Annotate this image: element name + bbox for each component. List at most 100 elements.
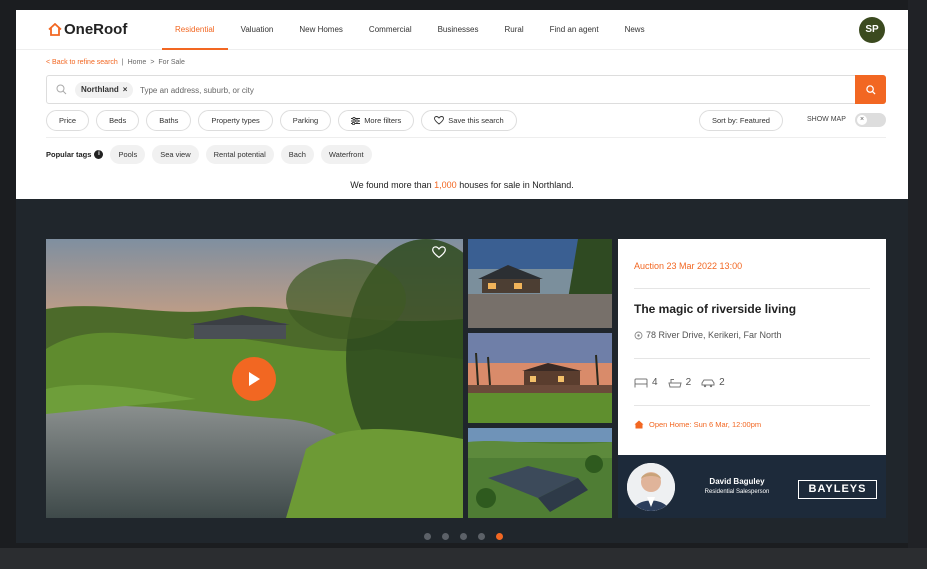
user-avatar[interactable]: SP [859,17,885,43]
location-chip-label: Northland [81,85,119,94]
nav-news[interactable]: News [612,10,658,50]
filter-bar: Price Beds Baths Property types Parking … [46,110,517,131]
info-icon[interactable]: i [94,150,104,159]
nav-residential[interactable]: Residential [162,10,228,50]
featured-listing-section: Auction 23 Mar 2022 13:00 The magic of r… [16,199,908,543]
show-map-label: SHOW MAP [807,116,846,123]
carousel-dot[interactable] [460,533,467,540]
breadcrumb-current: For Sale [158,59,185,66]
main-nav: Residential Valuation New Homes Commerci… [162,10,658,50]
nav-commercial[interactable]: Commercial [356,10,425,50]
listing-features: 4 2 2 [634,377,725,388]
toggle-off-icon: × [857,115,867,125]
tag-waterfront[interactable]: Waterfront [320,145,372,164]
bath-icon [667,378,682,387]
sort-dropdown[interactable]: Sort by: Featured [699,110,783,131]
breadcrumb-home[interactable]: Home [128,59,147,66]
play-icon [249,372,260,386]
favorite-heart-icon[interactable] [432,246,446,259]
save-search-button[interactable]: Save this search [421,110,517,131]
parking-filter[interactable]: Parking [279,110,332,131]
carousel-dot[interactable] [442,533,449,540]
listing-details-card[interactable]: Auction 23 Mar 2022 13:00 The magic of r… [618,239,886,455]
breadcrumb-separator: | [121,59,124,66]
more-filters-button[interactable]: More filters [338,110,415,131]
listing-address-text: 78 River Drive, Kerikeri, Far North [646,330,782,340]
show-map-toggle[interactable]: × [855,113,886,127]
sliders-icon [351,116,361,125]
house-sunset-image [468,333,612,423]
results-suffix: houses for sale in Northland. [459,180,574,190]
tag-rental-potential[interactable]: Rental potential [205,145,274,164]
agent-portrait-image [627,463,675,511]
logo[interactable]: OneRoof [48,21,127,38]
heart-icon [434,116,445,125]
house-aerial-image [468,428,612,518]
agent-role: Residential Salesperson [704,489,770,495]
window-edge [908,0,927,548]
tag-bach[interactable]: Bach [280,145,314,164]
divider [46,137,886,138]
baths-filter[interactable]: Baths [146,110,192,131]
price-filter[interactable]: Price [46,110,90,131]
bed-icon [634,378,648,387]
results-count: 1,000 [434,180,457,190]
parking-count: 2 [719,377,725,388]
breadcrumb: < Back to refine search | Home > For Sal… [46,59,185,66]
nav-new-homes[interactable]: New Homes [286,10,356,50]
back-to-search-link[interactable]: < Back to refine search [46,59,118,66]
browser-page: OneRoof Residential Valuation New Homes … [16,10,908,543]
nav-find-agent[interactable]: Find an agent [537,10,612,50]
search-icon [56,84,67,95]
bedrooms: 4 [634,377,658,388]
tag-pools[interactable]: Pools [110,145,146,164]
more-filters-label: More filters [364,116,402,125]
carousel-dot[interactable] [424,533,431,540]
tag-sea-view[interactable]: Sea view [152,145,199,164]
property-types-filter[interactable]: Property types [198,110,273,131]
nav-rural[interactable]: Rural [492,10,537,50]
play-video-button[interactable] [232,357,276,401]
listing-thumbnail-1[interactable] [468,239,612,328]
listing-address: 78 River Drive, Kerikeri, Far North [634,330,782,340]
agency-logo: BAYLEYS [798,480,877,499]
results-summary: We found more than 1,000 houses for sale… [16,180,908,190]
auction-date: Auction 23 Mar 2022 13:00 [634,261,743,271]
parking: 2 [701,377,725,388]
card-divider [634,405,870,406]
bathrooms: 2 [667,377,692,388]
listing-main-photo[interactable] [46,239,463,518]
carousel-dot-active[interactable] [496,533,503,540]
popular-tags-label: Popular tags [46,150,92,159]
nav-valuation[interactable]: Valuation [228,10,287,50]
card-divider [634,288,870,289]
search-icon [865,84,876,95]
popular-tags: Popular tags i Pools Sea view Rental pot… [46,145,372,164]
open-home-text: Open Home: Sun 6 Mar, 12:00pm [649,420,762,429]
close-icon[interactable]: × [123,85,128,94]
listing-thumbnail-3[interactable] [468,428,612,518]
breadcrumb-arrow: > [150,59,155,66]
nav-businesses[interactable]: Businesses [425,10,492,50]
agent-photo [627,463,675,511]
search-bar: Northland × [46,75,886,104]
beds-filter[interactable]: Beds [96,110,140,131]
results-prefix: We found more than [350,180,432,190]
search-button[interactable] [855,75,886,104]
save-search-label: Save this search [448,116,504,125]
popular-tags-heading: Popular tags i [46,150,104,159]
location-chip[interactable]: Northland × [75,82,134,98]
house-dusk-image [468,239,612,328]
screen-bottom-bar [0,548,927,569]
listing-thumbnail-2[interactable] [468,333,612,423]
carousel-pagination [424,533,503,540]
bedrooms-count: 4 [652,377,658,388]
listing-title[interactable]: The magic of riverside living [634,302,796,316]
bathrooms-count: 2 [685,377,692,388]
carousel-dot[interactable] [478,533,485,540]
house-logo-icon [48,23,62,36]
search-input[interactable] [140,82,740,98]
agent-banner[interactable]: David Baguley Residential Salesperson BA… [618,455,886,518]
site-header: OneRoof Residential Valuation New Homes … [16,10,908,50]
card-divider [634,358,870,359]
